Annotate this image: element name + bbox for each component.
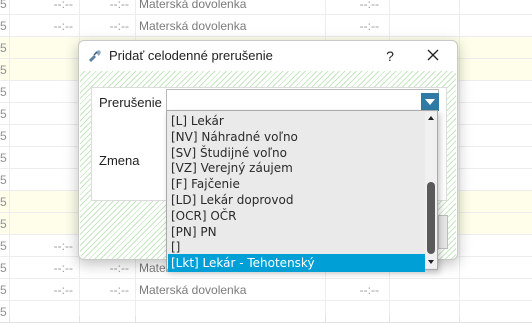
dropdown-option[interactable]: [SV] Študijné voľno xyxy=(168,144,425,162)
help-button[interactable]: ? xyxy=(379,45,401,67)
dropdown-option[interactable]: [OCR] OČR xyxy=(168,207,425,225)
scroll-up-button[interactable] xyxy=(425,112,437,124)
arrow-up-icon xyxy=(428,116,434,120)
dropdown-option[interactable]: [L] Lekár xyxy=(168,112,425,130)
close-button[interactable] xyxy=(421,45,445,67)
scroll-down-button[interactable] xyxy=(425,256,437,268)
dialog-titlebar: Pridať celodenné prerušenie ? xyxy=(79,41,457,71)
dialog-title: Pridať celodenné prerušenie xyxy=(109,48,273,63)
dropdown-scrollbar[interactable] xyxy=(425,112,437,268)
dropdown-option[interactable]: [NV] Náhradné voľno xyxy=(168,128,425,146)
close-icon xyxy=(427,49,439,61)
chevron-down-icon xyxy=(425,99,435,105)
prerusenie-dropdown-list: [Lkt] Lekár - Tehotenský[] [PN] PN [OCR] O… xyxy=(166,110,438,273)
dialog-side-button[interactable] xyxy=(438,215,448,249)
combo-dropdown-button[interactable] xyxy=(421,93,439,111)
dropdown-option[interactable]: [Lkt] Lekár - Tehotenský xyxy=(168,254,425,273)
prerusenie-combobox[interactable] xyxy=(166,89,439,111)
dropdown-option[interactable]: [PN] PN xyxy=(168,223,425,241)
app-tools-icon xyxy=(88,49,102,63)
zmena-label: Zmena xyxy=(99,153,140,168)
dropdown-option[interactable]: [] xyxy=(168,238,425,256)
dropdown-option[interactable]: [VZ] Verejný záujem xyxy=(168,159,425,177)
prerusenie-label: Prerušenie xyxy=(99,95,162,110)
arrow-down-icon xyxy=(428,260,434,264)
dropdown-option[interactable]: [F] Fajčenie xyxy=(168,175,425,193)
scrollbar-thumb[interactable] xyxy=(427,182,435,254)
dropdown-option[interactable]: [LD] Lekár doprovod xyxy=(168,191,425,209)
